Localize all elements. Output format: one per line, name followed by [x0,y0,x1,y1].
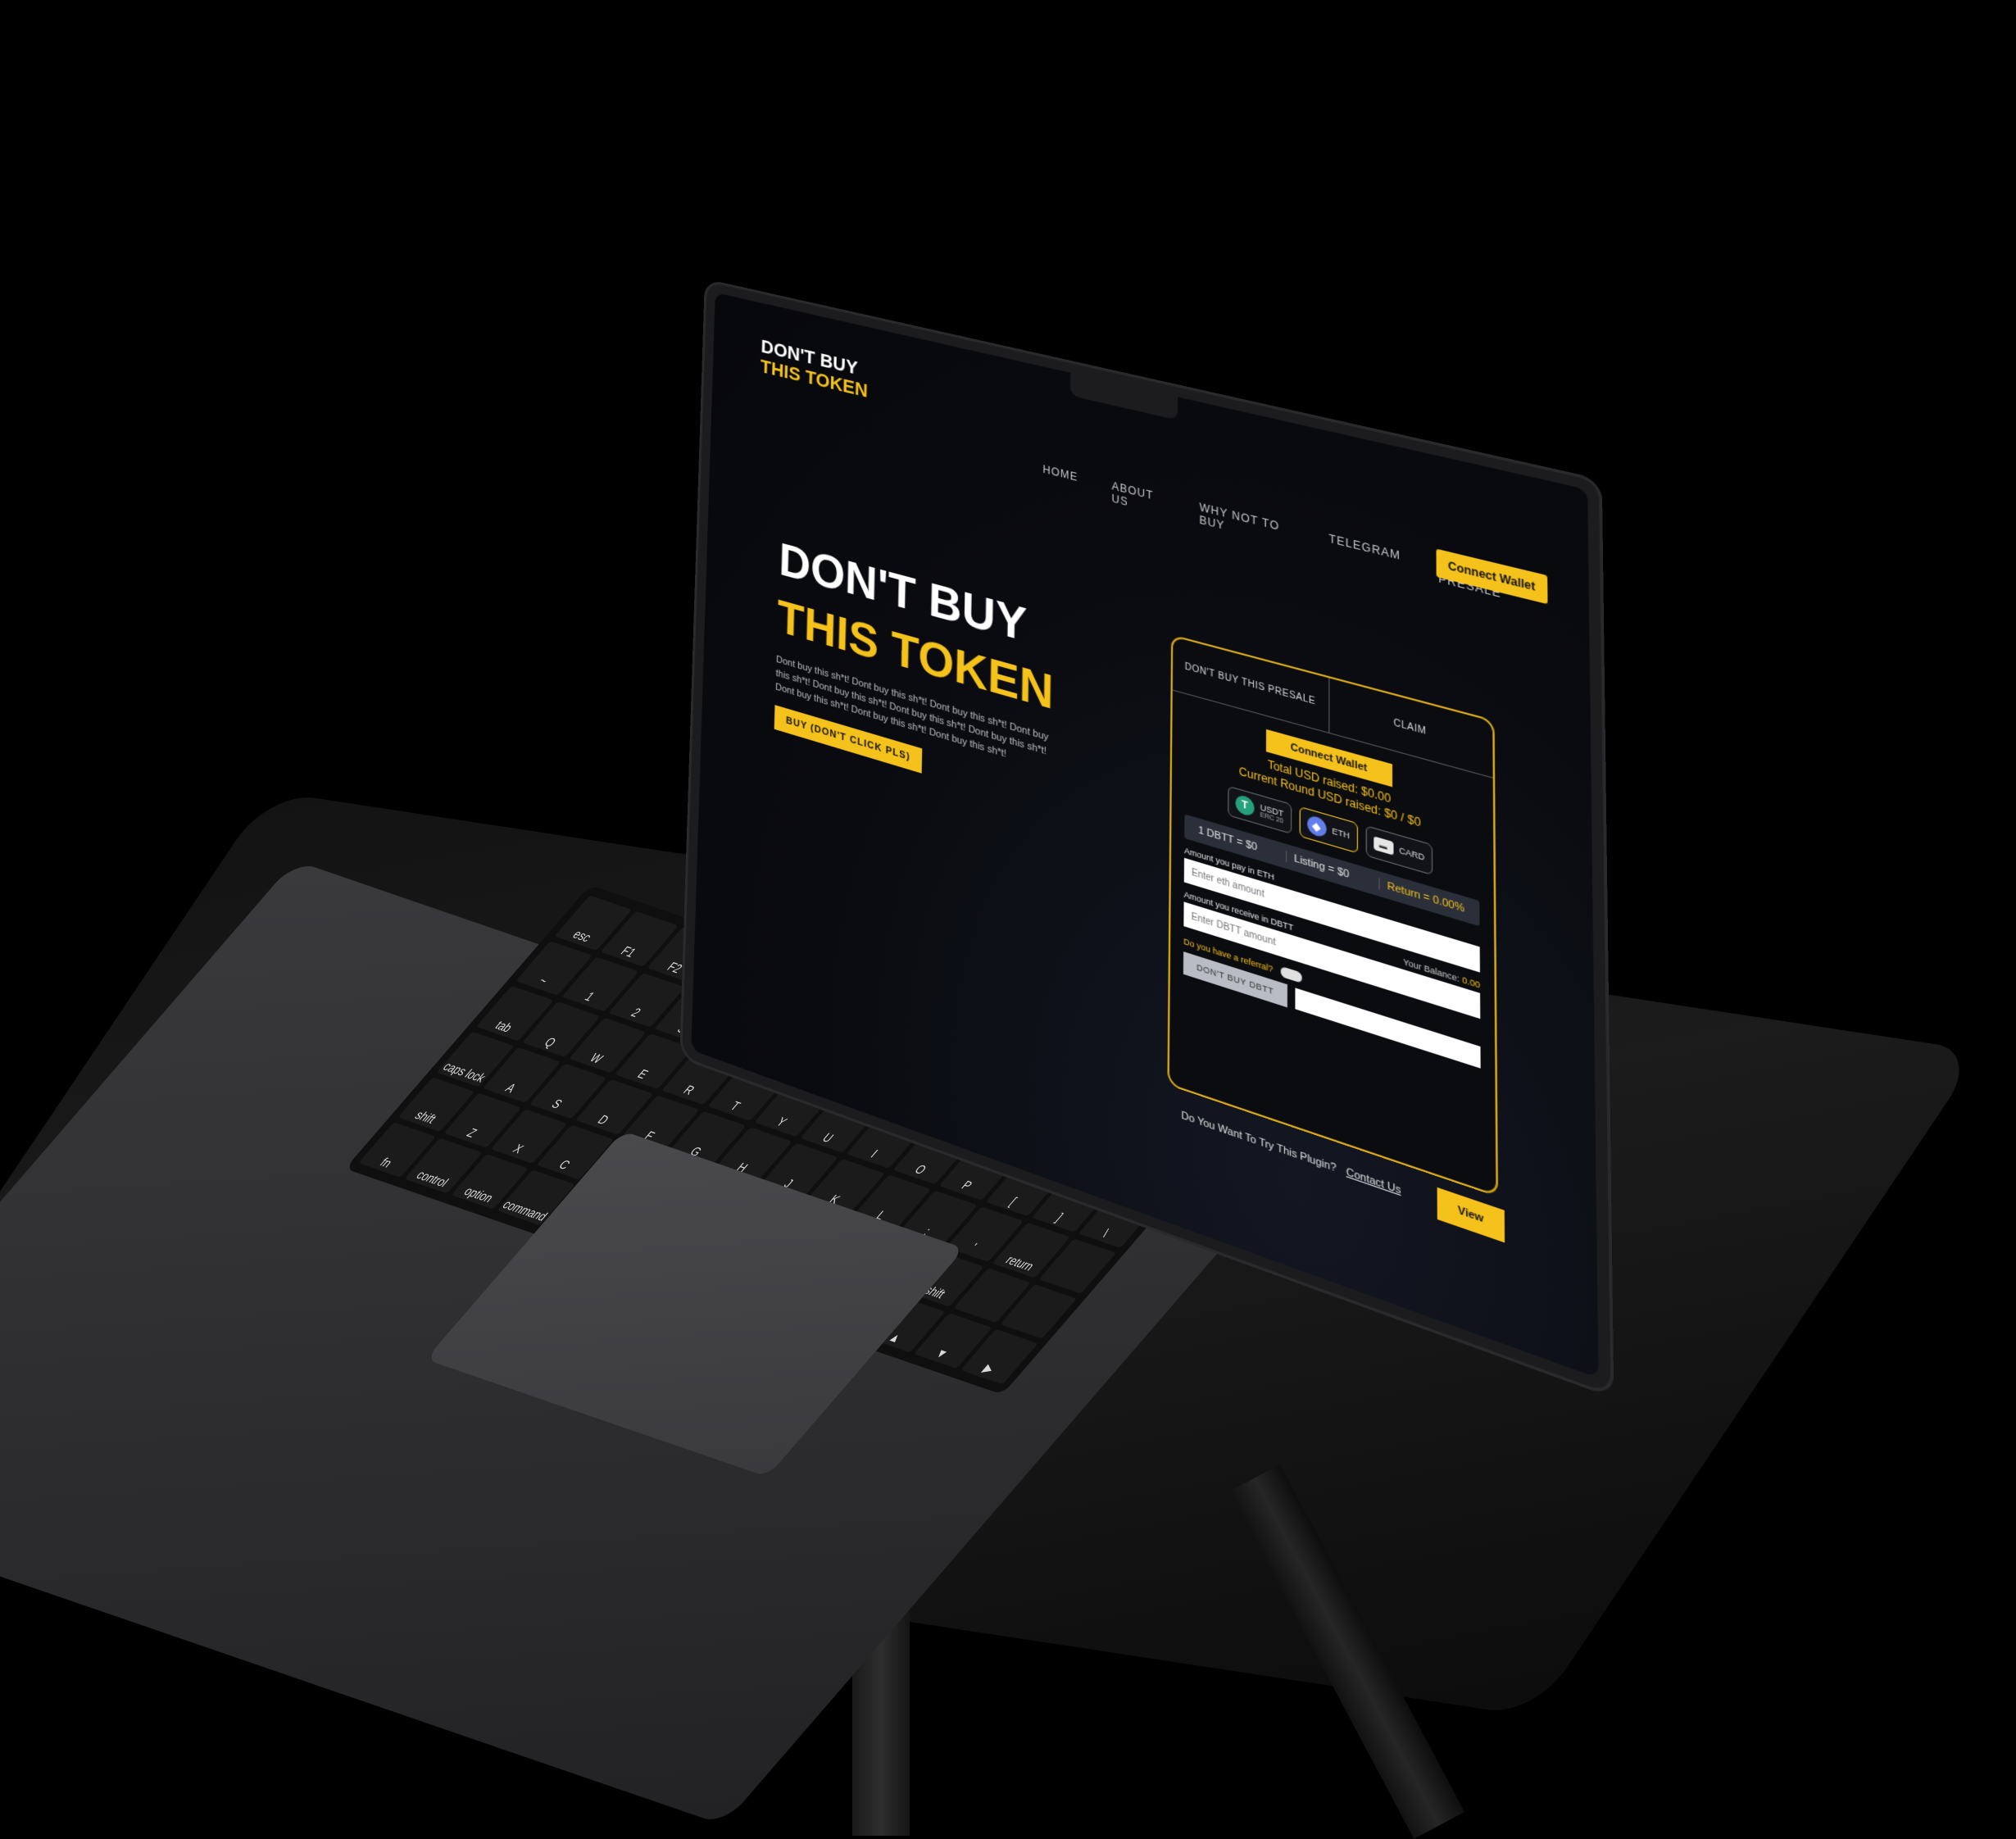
scene: escF1F2F3F4F5F6F7F8F9F10F11F12⏻~12345678… [0,0,2016,1839]
presale-widget: DON'T BUY THIS PRESALE CLAIM Connect Wal… [1167,634,1499,1197]
pay-option-usdt[interactable]: T USDT ERC 20 [1228,785,1292,834]
referral-toggle[interactable] [1280,965,1302,983]
pay-option-eth[interactable]: ◆ ETH [1299,806,1358,854]
tab-presale[interactable]: DON'T BUY THIS PRESALE [1173,637,1328,733]
eth-icon: ◆ [1306,814,1327,839]
contact-us-link[interactable]: Contact Us [1346,1166,1401,1196]
usdt-icon: T [1235,793,1255,818]
nav-about-us[interactable]: ABOUT US [1111,479,1165,517]
card-icon: ▬ [1373,836,1393,856]
pay-option-label: CARD [1399,845,1425,863]
site-logo[interactable]: DON'T BUY THIS TOKEN [761,335,869,402]
pay-option-label: ETH [1332,825,1350,841]
nav-why-not-to-buy[interactable]: WHY NOT TO BUY [1199,501,1292,549]
nav-home[interactable]: HOME [1042,463,1078,497]
main-nav: HOME ABOUT US WHY NOT TO BUY TELEGRAM DO… [1042,463,1589,622]
hero: DON'T BUY THIS TOKEN Dont buy this sh*t!… [774,534,1059,814]
token-price: 1 DBTT = $0 [1198,824,1258,854]
listing-price: Listing = $0 [1285,850,1350,881]
view-button[interactable]: View [1437,1187,1505,1243]
pay-option-card[interactable]: ▬ CARD [1365,824,1433,876]
nav-telegram[interactable]: TELEGRAM [1328,532,1401,575]
